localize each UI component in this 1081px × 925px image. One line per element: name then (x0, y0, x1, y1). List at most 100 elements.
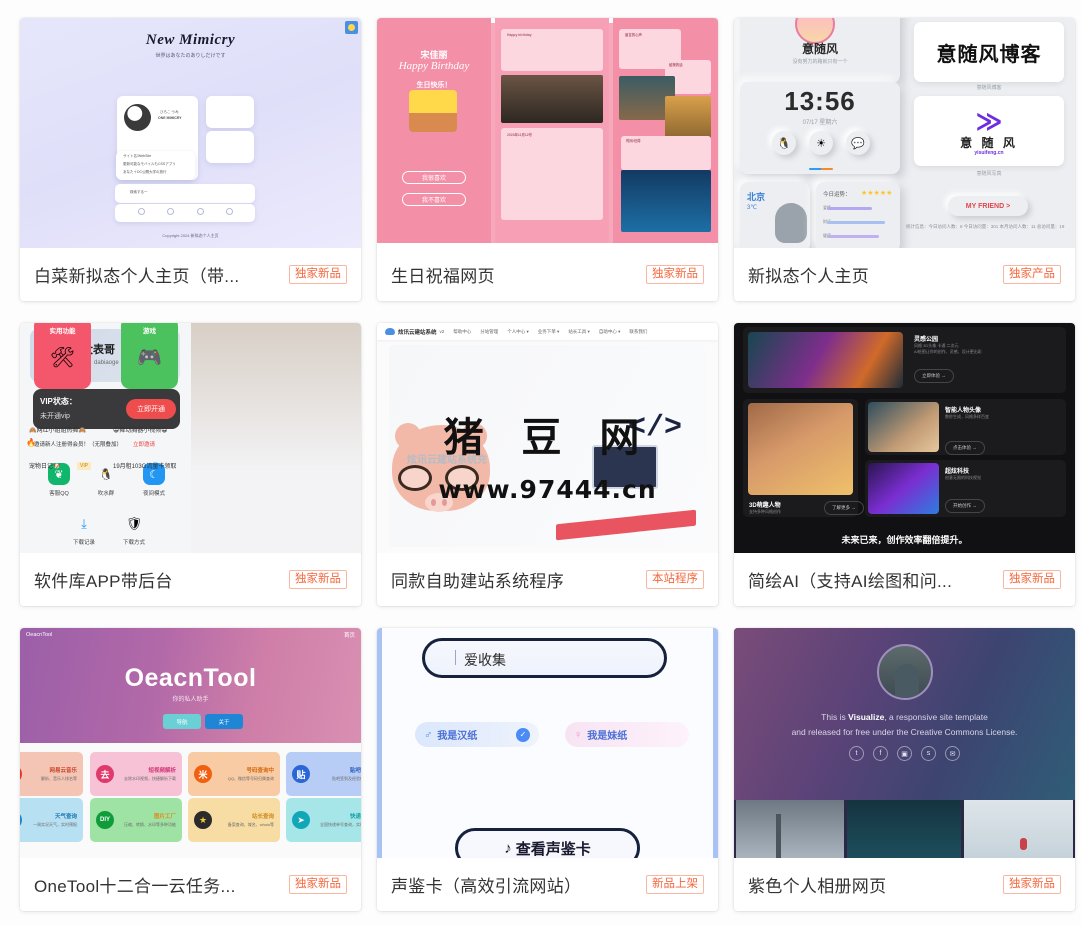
card-badge: 独家产品 (1003, 265, 1061, 284)
preview-item-button-4[interactable]: 开始创作 → (945, 499, 985, 513)
mail-icon[interactable]: ✉ (945, 746, 960, 761)
preview-logo[interactable]: 炫讯云建站系统 v2 (385, 328, 444, 336)
preview-hero-title: OeacnTool (124, 664, 257, 692)
product-card[interactable]: 炫讯云建站系统 v2 帮助中心 分站管理 个人中心 ▾ 业务下单 ▾ 站长工具 … (377, 323, 718, 606)
nav-item-2[interactable]: 个人中心 ▾ (507, 329, 529, 335)
card-thumbnail-new-mimicry[interactable]: New Mimicry 世界はあなたのありしだけです ひろこ·うみ ONE MI… (20, 18, 361, 248)
card-thumbnail-voice-card[interactable]: 爱收集 ♂ 我是汉纸 ✓ ♀ 我是妹纸 ♪ 查看声鉴卡 (377, 628, 718, 858)
preview-hero-button-1[interactable]: 导航 (163, 714, 201, 729)
tool-name: 网易云音乐 (49, 768, 77, 774)
nav-item-4[interactable]: 站长工具 ▾ (568, 329, 590, 335)
nav-item-6[interactable]: 联系我们 (629, 329, 647, 335)
gender-option-male-label: 我是汉纸 (437, 731, 478, 742)
tool-name: 快递查询 (349, 814, 361, 820)
desk-shape (556, 509, 696, 541)
card-thumbnail-app-store[interactable]: 大表哥 ID：dabiaoge VIP状态： 未开通vip 立即开通 🔥 邀请新… (20, 323, 361, 553)
product-card[interactable]: OeacnTool 首页 OeacnTool 你的私人助手 导航 关于 网 网易… (20, 628, 361, 911)
preview-brand-url: yisuifeng.cn (974, 150, 1004, 156)
preview-line-2: and released for free under the Creative… (791, 727, 1018, 737)
card-thumbnail-site-builder[interactable]: 炫讯云建站系统 v2 帮助中心 分站管理 个人中心 ▾ 业务下单 ▾ 站长工具 … (377, 323, 718, 553)
download-icon[interactable]: ⤓ (73, 513, 95, 535)
preview-image-1 (748, 332, 903, 388)
preview-bottom-label-2: 下载方式 (122, 540, 145, 546)
preview-topbar-right[interactable]: 首页 (344, 631, 355, 639)
tool-desc: 全国快递单号查询，实时跟踪 (320, 822, 361, 827)
nav-item-1[interactable]: 分站管理 (480, 329, 498, 335)
card-badge: 独家新品 (1003, 570, 1061, 589)
product-card[interactable]: 爱收集 ♂ 我是汉纸 ✓ ♀ 我是妹纸 ♪ 查看声鉴卡 声鉴卡（高效引流网站） … (377, 628, 718, 911)
preview-hero-button-2[interactable]: 关于 (205, 714, 243, 729)
preview-line-1-suffix: , a responsive site template (884, 712, 988, 722)
card-thumbnail-ai-gallery[interactable]: 灵感公园 风格 3D头像 卡通 二次元 AI绘图让你的创作、灵感、设计更出彩 立… (734, 323, 1075, 553)
preview-image-3 (868, 402, 939, 452)
card-thumbnail-neumorphic-dashboard[interactable]: 意随风 没有努力的路就只有一个 13:56 07/17 星期六 🐧 ☀ 💬 北京… (734, 18, 1075, 248)
preview-note-line-2: 更新可能なモバイルもCSSアプリ (123, 162, 176, 166)
totoro-icon (775, 203, 807, 243)
preview-dislike-button[interactable]: 我不喜欢 (402, 193, 466, 206)
product-card[interactable]: 大表哥 ID：dabiaoge VIP状态： 未开通vip 立即开通 🔥 邀请新… (20, 323, 361, 606)
card-meta: 紫色个人相册网页 独家新品 (734, 858, 1075, 911)
tool-card[interactable]: 去 短视频解析 去除水印视频，快捷解析下载 (90, 752, 182, 796)
nav-item-3[interactable]: 业务下单 ▾ (538, 329, 560, 335)
preview-col2-heading: Happy birthday (507, 33, 532, 37)
sun-icon[interactable]: ☀ (809, 131, 833, 155)
card-meta: 声鉴卡（高效引流网站） 新品上架 (377, 858, 718, 911)
tool-card[interactable]: DIY 图片工厂 压缩、转换、水印等多种功能 (90, 798, 182, 842)
preview-invite-link[interactable]: 立即邀请 (133, 440, 155, 448)
tool-desc: 贴吧签到及经验值提升 (332, 776, 361, 781)
submit-button-label: 查看声鉴卡 (515, 840, 591, 858)
card-meta: 生日祝福网页 独家新品 (377, 248, 718, 301)
submit-button[interactable]: ♪ 查看声鉴卡 (455, 828, 640, 858)
preview-tile-label-1: 实用功能 (49, 328, 76, 335)
twitter-icon[interactable]: t (849, 746, 864, 761)
preview-item-title-2: 3D萌趣人物 (749, 503, 781, 509)
tool-card[interactable]: ➤ 快递查询全国快递单号查询，实时跟踪 (286, 798, 361, 842)
preview-friend-button[interactable]: MY FRIEND > (948, 196, 1028, 216)
preview-item-button-1[interactable]: 立即体验 → (914, 369, 954, 383)
gender-option-female[interactable]: ♀ 我是妹纸 (565, 722, 689, 747)
preview-note-line-3: あなた＋DC公開大学の旅行 (123, 170, 167, 174)
nav-item-5[interactable]: 自助中心 ▾ (599, 329, 621, 335)
preview-brand-caption: 意随风写真 (976, 171, 1002, 177)
skype-icon[interactable]: s (921, 746, 936, 761)
tool-card[interactable]: 网 网易云音乐解析、音乐人排名等 (20, 752, 83, 796)
tool-card[interactable]: 米 号码查询中 QQ、微信等号码归属查询 (188, 752, 280, 796)
product-card[interactable]: This is Visualize, a responsive site tem… (734, 628, 1075, 911)
preview-like-button[interactable]: 我很喜欢 (402, 171, 466, 184)
cloud-icon (385, 328, 395, 335)
preview-list-item-1[interactable]: 🙈网红小姐姐热舞🙈 (29, 427, 107, 435)
gender-option-male[interactable]: ♂ 我是汉纸 ✓ (415, 722, 539, 747)
product-card[interactable]: 意随风 没有努力的路就只有一个 13:56 07/17 星期六 🐧 ☀ 💬 北京… (734, 18, 1075, 301)
preview-photo-1 (736, 800, 844, 858)
preview-col3-heading-3: 时间/记得 (626, 139, 641, 143)
preview-item-desc-4: 创意无限的科技视觉 (945, 475, 981, 480)
product-card[interactable]: New Mimicry 世界はあなたのありしだけです ひろこ·うみ ONE MI… (20, 18, 361, 301)
preview-item-button-3[interactable]: 点击体验 → (945, 441, 985, 455)
preview-col3-heading-2: 给我的话 (669, 63, 683, 67)
preview-list-item-4[interactable]: 19月租103G流量卡领取 (113, 463, 191, 471)
nickname-input[interactable] (422, 638, 667, 678)
product-card[interactable]: 宋佳丽 Happy Birthday 生日快乐！ 我很喜欢 我不喜欢 Happy… (377, 18, 718, 301)
tool-name: 天气查询 (54, 814, 77, 820)
tool-desc: 去除水印视频，快捷解析下载 (124, 776, 176, 781)
tool-card[interactable]: 贴 贴吧助手贴吧签到及经验值提升 (286, 752, 361, 796)
shield-icon[interactable]: 🛡 (123, 513, 145, 535)
preview-vip-button[interactable]: 立即开通 (126, 399, 176, 419)
preview-brand-panel: ≫ 意 随 风 yisuifeng.cn (914, 96, 1064, 166)
card-thumbnail-photo-portfolio[interactable]: This is Visualize, a responsive site tem… (734, 628, 1075, 858)
qq-icon[interactable]: 🐧 (772, 131, 796, 155)
facebook-icon[interactable]: f (873, 746, 888, 761)
product-card[interactable]: 灵感公园 风格 3D头像 卡通 二次元 AI绘图让你的创作、灵感、设计更出彩 立… (734, 323, 1075, 606)
preview-list-item-3[interactable]: 宠物日记🐶 (29, 463, 107, 471)
tool-card[interactable]: ★ 站长查询 备案查询、域名、whois等 (188, 798, 280, 842)
preview-item-button-2[interactable]: 了解更多 → (824, 501, 864, 515)
card-thumbnail-birthday[interactable]: 宋佳丽 Happy Birthday 生日快乐！ 我很喜欢 我不喜欢 Happy… (377, 18, 718, 248)
tool-desc: 压缩、转换、水印等多种功能 (124, 822, 176, 827)
preview-topbar-left[interactable]: OeacnTool (26, 632, 52, 638)
tool-card[interactable]: 天 天气查询一周实况天气，实时预报 (20, 798, 83, 842)
wechat-icon[interactable]: 💬 (846, 131, 870, 155)
card-thumbnail-tool-hub[interactable]: OeacnTool 首页 OeacnTool 你的私人助手 导航 关于 网 网易… (20, 628, 361, 858)
instagram-icon[interactable]: ▣ (897, 746, 912, 761)
preview-list-item-2[interactable]: 😀舞动胸器小视频😀 (113, 427, 191, 435)
nav-item-0[interactable]: 帮助中心 (453, 329, 471, 335)
